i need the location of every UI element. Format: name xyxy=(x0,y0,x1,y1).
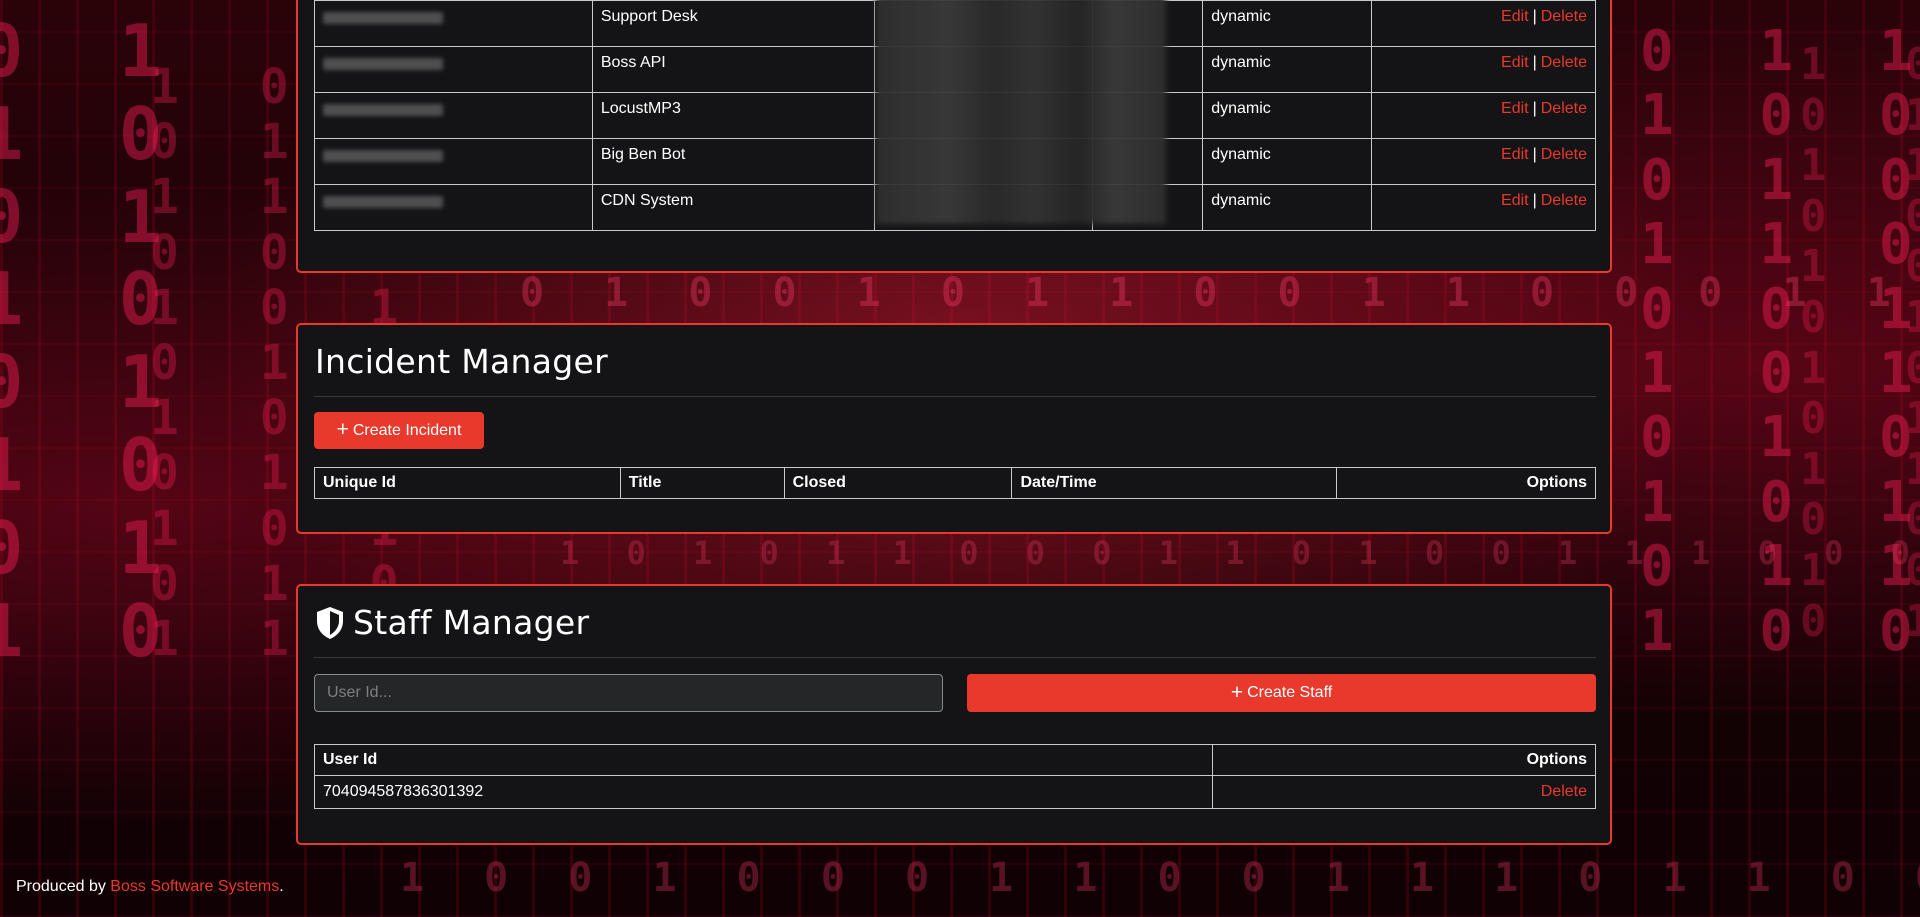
create-incident-label: Create Incident xyxy=(352,421,462,439)
plus-icon: + xyxy=(1230,680,1244,704)
column-header-title: Title xyxy=(619,467,785,499)
redacted-id xyxy=(323,196,443,208)
staff-table: User Id Options 704094587836301392 Delet… xyxy=(313,744,1596,809)
column-header-user-id: User Id xyxy=(313,744,1214,776)
row-options: Delete xyxy=(1212,775,1596,809)
staff-manager-title: Staff Manager xyxy=(353,603,590,642)
delete-link[interactable]: Delete xyxy=(1541,783,1587,800)
table-row: Big Ben Bot dynamic Edit | Delete xyxy=(314,138,1596,185)
redacted-cell xyxy=(1092,138,1204,185)
delete-link[interactable]: Delete xyxy=(1541,192,1587,209)
redacted-cell xyxy=(873,138,1094,185)
service-type: dynamic xyxy=(1202,92,1373,139)
delete-link[interactable]: Delete xyxy=(1541,54,1587,71)
services-table: Support Desk dynamic Edit | Delete Boss AP… xyxy=(314,0,1596,231)
row-options: Edit | Delete xyxy=(1371,184,1596,231)
edit-link[interactable]: Edit xyxy=(1501,192,1529,209)
service-name: Big Ben Bot xyxy=(591,138,875,185)
column-header-options: Options xyxy=(1212,744,1596,776)
table-row: LocustMP3 dynamic Edit | Delete xyxy=(314,92,1596,139)
redacted-cell xyxy=(873,0,1094,47)
column-header-options: Options xyxy=(1336,467,1596,499)
footer-company-link[interactable]: Boss Software Systems xyxy=(110,878,279,895)
service-name: Support Desk xyxy=(591,0,875,47)
service-type: dynamic xyxy=(1202,46,1373,93)
service-type: dynamic xyxy=(1202,138,1373,185)
column-header-datetime: Date/Time xyxy=(1011,467,1338,499)
user-id-input[interactable] xyxy=(314,674,943,712)
footer-suffix: . xyxy=(279,878,284,895)
separator: | xyxy=(1532,8,1537,25)
redacted-cell xyxy=(873,184,1094,231)
row-options: Edit | Delete xyxy=(1371,92,1596,139)
incident-table: Unique Id Title Closed Date/Time Options xyxy=(314,467,1596,499)
redacted-cell xyxy=(1092,184,1204,231)
divider xyxy=(314,657,1596,658)
separator: | xyxy=(1532,146,1537,163)
edit-link[interactable]: Edit xyxy=(1501,146,1529,163)
service-name: Boss API xyxy=(591,46,875,93)
create-staff-label: Create Staff xyxy=(1247,684,1333,701)
edit-link[interactable]: Edit xyxy=(1501,100,1529,117)
edit-link[interactable]: Edit xyxy=(1501,8,1529,25)
service-id-cell xyxy=(314,46,593,93)
separator: | xyxy=(1532,54,1537,71)
service-id-cell xyxy=(314,92,593,139)
staff-user-id: 704094587836301392 xyxy=(313,775,1214,809)
table-row: Boss API dynamic Edit | Delete xyxy=(314,46,1596,93)
redacted-id xyxy=(323,104,443,116)
service-name: LocustMP3 xyxy=(591,92,875,139)
table-row: Support Desk dynamic Edit | Delete xyxy=(314,0,1596,47)
staff-manager-card: Staff Manager + Create Staff User Id Opt… xyxy=(296,584,1612,845)
redacted-cell xyxy=(1092,46,1204,93)
service-type: dynamic xyxy=(1202,0,1373,47)
row-options: Edit | Delete xyxy=(1371,46,1596,93)
delete-link[interactable]: Delete xyxy=(1541,100,1587,117)
service-type: dynamic xyxy=(1202,184,1373,231)
shield-icon xyxy=(315,606,345,640)
incident-manager-card: Incident Manager + Create Incident Uniqu… xyxy=(296,323,1612,534)
column-header-unique-id: Unique Id xyxy=(314,467,621,499)
redacted-cell xyxy=(873,92,1094,139)
create-incident-button[interactable]: + Create Incident xyxy=(314,412,484,449)
footer: Produced by Boss Software Systems. xyxy=(16,878,284,896)
redacted-cell xyxy=(1092,92,1204,139)
service-id-cell xyxy=(314,184,593,231)
divider xyxy=(314,396,1596,397)
redacted-cell xyxy=(873,46,1094,93)
redacted-id xyxy=(323,150,443,162)
separator: | xyxy=(1532,192,1537,209)
service-name: CDN System xyxy=(591,184,875,231)
table-row: CDN System dynamic Edit | Delete xyxy=(314,184,1596,231)
redacted-id xyxy=(323,58,443,70)
table-row: 704094587836301392 Delete xyxy=(313,775,1596,809)
footer-prefix: Produced by xyxy=(16,878,106,895)
service-id-cell xyxy=(314,0,593,47)
services-card: Support Desk dynamic Edit | Delete Boss AP… xyxy=(296,0,1612,273)
service-id-cell xyxy=(314,138,593,185)
create-staff-button[interactable]: + Create Staff xyxy=(967,674,1596,712)
table-header-row: Unique Id Title Closed Date/Time Options xyxy=(314,467,1596,499)
separator: | xyxy=(1532,100,1537,117)
redacted-cell xyxy=(1092,0,1204,47)
delete-link[interactable]: Delete xyxy=(1541,8,1587,25)
row-options: Edit | Delete xyxy=(1371,138,1596,185)
column-header-closed: Closed xyxy=(783,467,1013,499)
row-options: Edit | Delete xyxy=(1371,0,1596,47)
table-header-row: User Id Options xyxy=(313,744,1596,776)
plus-icon: + xyxy=(336,418,349,441)
staff-manager-heading: Staff Manager xyxy=(315,603,589,642)
edit-link[interactable]: Edit xyxy=(1501,54,1529,71)
delete-link[interactable]: Delete xyxy=(1541,146,1587,163)
incident-manager-title: Incident Manager xyxy=(315,342,609,381)
redacted-id xyxy=(323,12,443,24)
